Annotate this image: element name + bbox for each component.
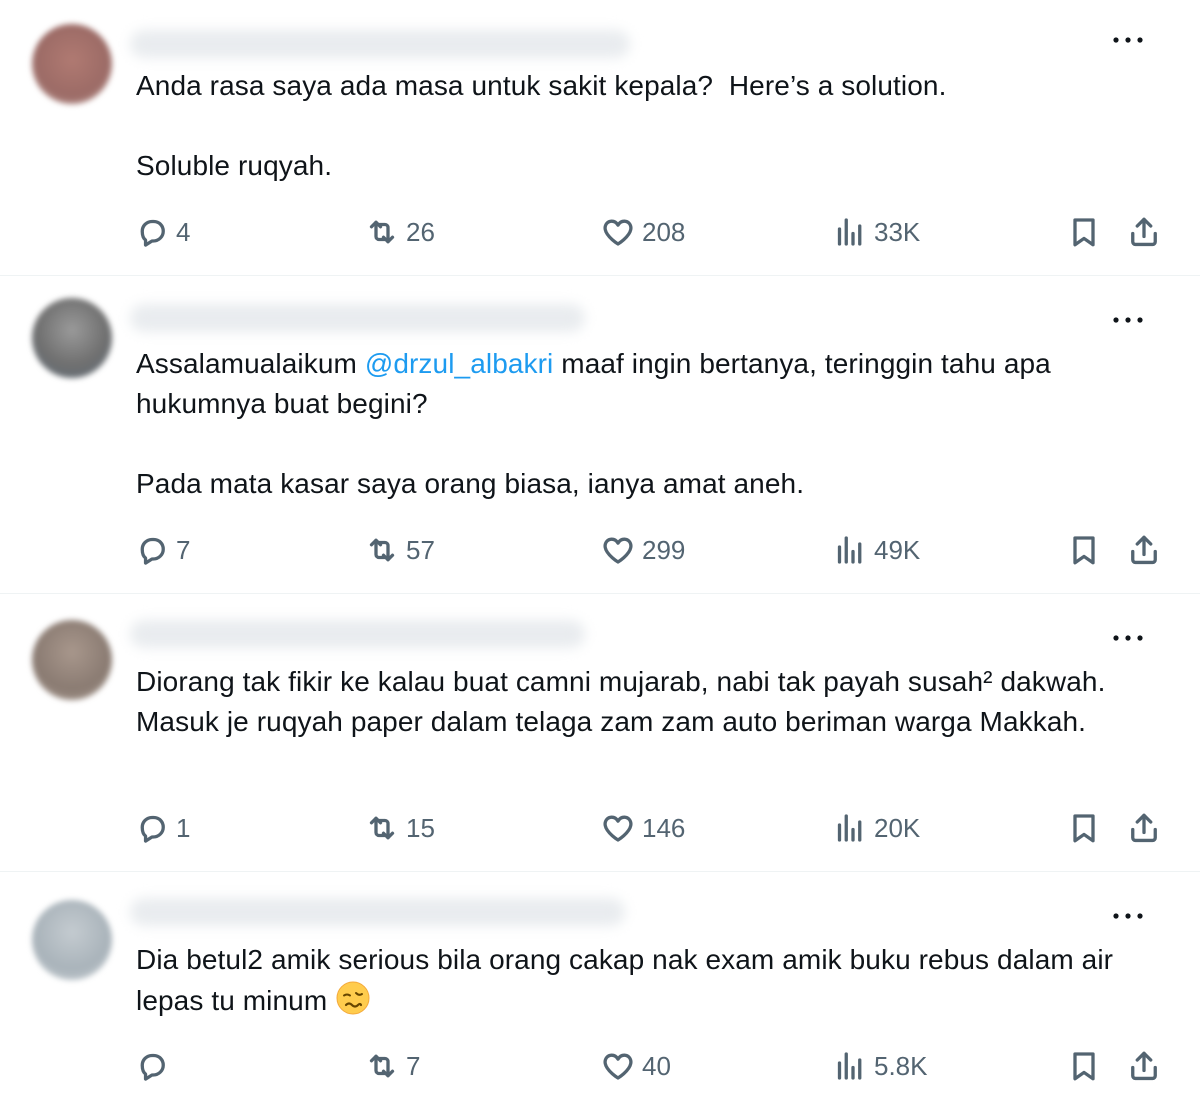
like-icon xyxy=(600,1048,636,1084)
repost-icon xyxy=(364,214,400,250)
tweet-text: Assalamualaikum @drzul_albakri maaf ingi… xyxy=(136,344,1176,504)
avatar[interactable] xyxy=(32,900,112,980)
repost-icon xyxy=(364,1048,400,1084)
bookmark-button[interactable] xyxy=(1066,808,1102,848)
repost-button[interactable]: 57 xyxy=(364,530,435,570)
mention-link[interactable]: @drzul_albakri xyxy=(365,348,554,379)
bookmark-icon xyxy=(1066,810,1102,846)
share-button[interactable] xyxy=(1126,530,1162,570)
share-icon xyxy=(1126,810,1162,846)
reply-count: 1 xyxy=(176,812,191,843)
like-count: 146 xyxy=(642,812,686,843)
tweet-2[interactable]: Assalamualaikum @drzul_albakri maaf ingi… xyxy=(0,276,1200,594)
more-options-icon[interactable] xyxy=(1108,26,1148,54)
like-count: 40 xyxy=(642,1050,671,1081)
bookmark-button[interactable] xyxy=(1066,530,1102,570)
avatar[interactable] xyxy=(32,620,112,700)
views-button[interactable]: 33K xyxy=(832,212,920,252)
view-count: 49K xyxy=(874,534,921,565)
tweet-text: Dia betul2 amik serious bila orang cakap… xyxy=(136,940,1176,1021)
avatar[interactable] xyxy=(32,24,112,104)
views-button[interactable]: 20K xyxy=(832,808,920,848)
action-bar: 7 40 5.8K xyxy=(0,1046,1200,1086)
redacted-username xyxy=(130,30,630,58)
repost-icon xyxy=(364,810,400,846)
reply-icon xyxy=(134,810,170,846)
bookmark-button[interactable] xyxy=(1066,212,1102,252)
bookmark-icon xyxy=(1066,214,1102,250)
view-count: 33K xyxy=(874,216,921,247)
action-bar: 4 26 208 33K xyxy=(0,212,1200,252)
tweet-text-content: Dia betul2 amik serious bila orang cakap… xyxy=(136,944,1121,1016)
repost-count: 57 xyxy=(406,534,435,565)
views-icon xyxy=(832,214,868,250)
reply-icon xyxy=(134,1048,170,1084)
woozy-face-emoji xyxy=(336,981,370,1015)
views-button[interactable]: 5.8K xyxy=(832,1046,928,1086)
reply-count: 7 xyxy=(176,534,191,565)
redacted-username xyxy=(130,304,585,332)
view-count: 5.8K xyxy=(874,1050,928,1081)
views-icon xyxy=(832,810,868,846)
views-icon xyxy=(832,532,868,568)
tweet-3[interactable]: Diorang tak fikir ke kalau buat camni mu… xyxy=(0,594,1200,872)
avatar[interactable] xyxy=(32,298,112,378)
reply-button[interactable]: 7 xyxy=(134,530,190,570)
action-bar: 7 57 299 49K xyxy=(0,530,1200,570)
tweet-text-start: Assalamualaikum xyxy=(136,348,365,379)
share-icon xyxy=(1126,1048,1162,1084)
like-button[interactable]: 40 xyxy=(600,1046,671,1086)
share-button[interactable] xyxy=(1126,212,1162,252)
reply-button[interactable]: 1 xyxy=(134,808,190,848)
share-icon xyxy=(1126,532,1162,568)
tweet-text: Anda rasa saya ada masa untuk sakit kepa… xyxy=(136,70,947,181)
redacted-username xyxy=(130,620,585,648)
views-icon xyxy=(832,1048,868,1084)
more-options-icon[interactable] xyxy=(1108,624,1148,652)
reply-icon xyxy=(134,532,170,568)
like-icon xyxy=(600,810,636,846)
reply-button[interactable]: 4 xyxy=(134,212,190,252)
like-button[interactable]: 208 xyxy=(600,212,685,252)
action-bar: 1 15 146 20K xyxy=(0,808,1200,848)
repost-icon xyxy=(364,532,400,568)
like-count: 208 xyxy=(642,216,686,247)
more-options-icon[interactable] xyxy=(1108,306,1148,334)
bookmark-icon xyxy=(1066,1048,1102,1084)
repost-count: 7 xyxy=(406,1050,421,1081)
reply-icon xyxy=(134,214,170,250)
share-button[interactable] xyxy=(1126,1046,1162,1086)
share-button[interactable] xyxy=(1126,808,1162,848)
view-count: 20K xyxy=(874,812,921,843)
views-button[interactable]: 49K xyxy=(832,530,920,570)
like-button[interactable]: 146 xyxy=(600,808,685,848)
like-count: 299 xyxy=(642,534,686,565)
tweet-1[interactable]: Anda rasa saya ada masa untuk sakit kepa… xyxy=(0,0,1200,276)
share-icon xyxy=(1126,214,1162,250)
repost-button[interactable]: 26 xyxy=(364,212,435,252)
bookmark-button[interactable] xyxy=(1066,1046,1102,1086)
reply-button[interactable] xyxy=(134,1046,176,1086)
repost-count: 26 xyxy=(406,216,435,247)
bookmark-icon xyxy=(1066,532,1102,568)
reply-count: 4 xyxy=(176,216,191,247)
tweet-text: Diorang tak fikir ke kalau buat camni mu… xyxy=(136,666,1114,737)
repost-button[interactable]: 15 xyxy=(364,808,435,848)
repost-button[interactable]: 7 xyxy=(364,1046,420,1086)
tweet-4[interactable]: Dia betul2 amik serious bila orang cakap… xyxy=(0,872,1200,1108)
like-button[interactable]: 299 xyxy=(600,530,685,570)
more-options-icon[interactable] xyxy=(1108,902,1148,930)
like-icon xyxy=(600,532,636,568)
like-icon xyxy=(600,214,636,250)
repost-count: 15 xyxy=(406,812,435,843)
redacted-username xyxy=(130,898,625,926)
